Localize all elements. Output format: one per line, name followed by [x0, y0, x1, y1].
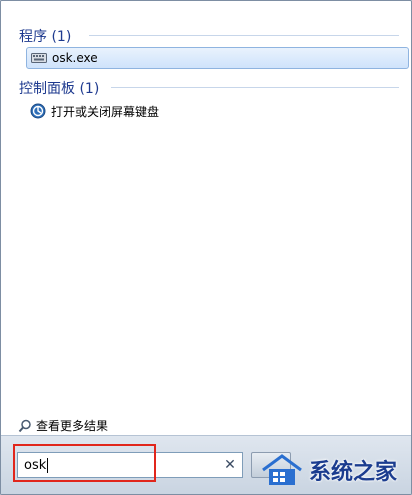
group-divider	[111, 87, 399, 88]
group-header-control-panel: 控制面板 (1)	[19, 81, 100, 97]
close-icon[interactable]: ✕	[222, 457, 238, 473]
see-more-results-label: 查看更多结果	[36, 419, 109, 433]
highlight-annotation-box	[13, 444, 156, 482]
search-results-pane: 程序 (1) osk.exe 控制面板 (1) 打开或关闭屏幕键盘 查看更多结果	[1, 1, 411, 435]
result-item-toggle-on-screen-keyboard[interactable]: 打开或关闭屏幕键盘	[26, 100, 409, 122]
keyboard-icon	[31, 50, 47, 66]
watermark-text: 系统之家	[309, 460, 398, 485]
group-header-programs: 程序 (1)	[19, 29, 72, 45]
group-divider	[89, 35, 399, 36]
ease-of-access-icon	[30, 103, 46, 119]
result-item-label: 打开或关闭屏幕键盘	[51, 104, 160, 119]
result-item-osk-exe[interactable]: osk.exe	[26, 47, 409, 69]
magnifier-icon	[18, 419, 32, 433]
start-menu-search-panel: 程序 (1) osk.exe 控制面板 (1) 打开或关闭屏幕键盘 查看更多结果…	[0, 0, 412, 495]
watermark: 系统之家	[259, 449, 411, 491]
house-logo-icon	[259, 452, 305, 488]
see-more-results-link[interactable]: 查看更多结果	[18, 417, 108, 434]
result-item-label: osk.exe	[52, 51, 98, 65]
